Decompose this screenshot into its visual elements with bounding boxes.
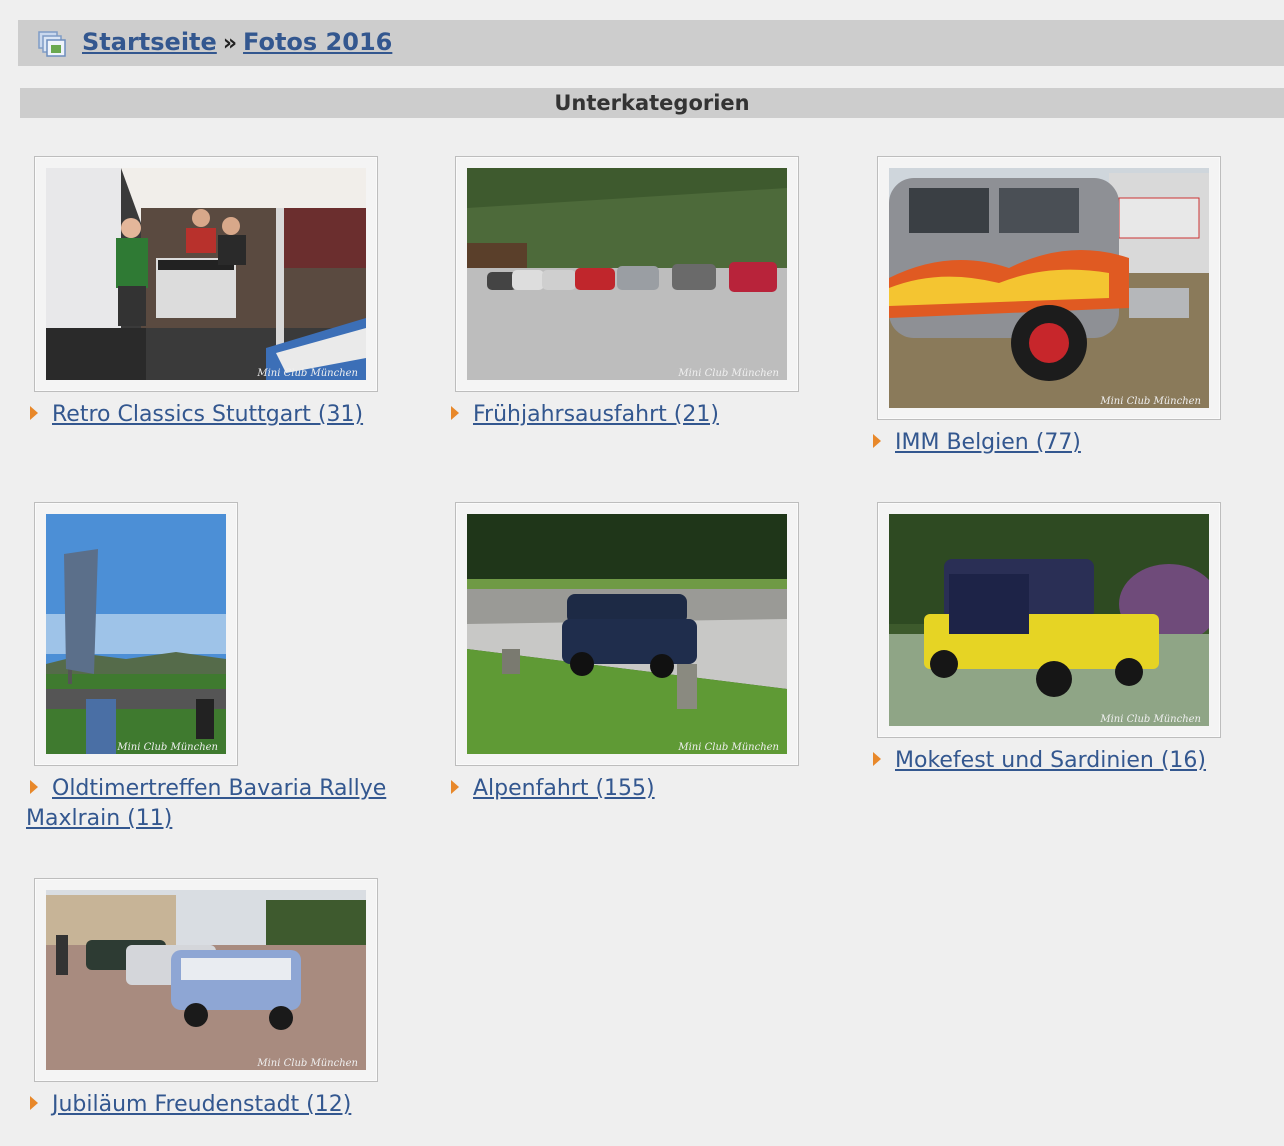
photo-mokefest[interactable]: Mini Club München xyxy=(889,514,1209,726)
breadcrumb-links: Startseite» Fotos 2016 xyxy=(82,26,392,60)
category-thumbnail-retro-classics[interactable]: Mini Club München xyxy=(34,156,378,392)
photo-oldtimertreffen[interactable]: Mini Club München xyxy=(46,514,226,754)
photo-alpenfahrt[interactable]: Mini Club München xyxy=(467,514,787,754)
bullet-arrow-icon xyxy=(30,780,38,794)
photo-fruehjahrsausfahrt[interactable]: Mini Club München xyxy=(467,168,787,380)
watermark: Mini Club München xyxy=(256,1058,358,1069)
watermark: Mini Club München xyxy=(1099,396,1201,407)
category-label[interactable]: Oldtimertreffen Bavaria Rallye Maxlrain … xyxy=(26,776,386,831)
bullet-arrow-icon xyxy=(451,406,459,420)
category-thumbnail-mokefest[interactable]: Mini Club München xyxy=(877,502,1221,738)
gallery-home-icon[interactable] xyxy=(38,31,66,57)
category-link-oldtimertreffen[interactable]: Oldtimertreffen Bavaria Rallye Maxlrain … xyxy=(26,774,416,834)
bullet-arrow-icon xyxy=(30,406,38,420)
photo-freudenstadt[interactable]: Mini Club München xyxy=(46,890,366,1070)
subcategories-header: Unterkategorien xyxy=(20,88,1284,118)
breadcrumb-home-link[interactable]: Startseite xyxy=(82,28,217,56)
category-link-fruehjahrsausfahrt[interactable]: Frühjahrsausfahrt (21) xyxy=(451,400,719,430)
category-link-alpenfahrt[interactable]: Alpenfahrt (155) xyxy=(451,774,655,804)
bullet-arrow-icon xyxy=(873,434,881,448)
bullet-arrow-icon xyxy=(30,1096,38,1110)
bullet-arrow-icon xyxy=(451,780,459,794)
category-thumbnail-alpenfahrt[interactable]: Mini Club München xyxy=(455,502,799,766)
category-thumbnail-fruehjahrsausfahrt[interactable]: Mini Club München xyxy=(455,156,799,392)
photo-imm-belgien[interactable]: Mini Club München xyxy=(889,168,1209,408)
category-label[interactable]: Frühjahrsausfahrt (21) xyxy=(473,402,719,427)
category-link-retro-classics[interactable]: Retro Classics Stuttgart (31) xyxy=(30,400,363,430)
breadcrumb-separator: » xyxy=(222,31,238,56)
watermark: Mini Club München xyxy=(677,742,779,753)
category-label[interactable]: IMM Belgien (77) xyxy=(895,430,1081,455)
watermark: Mini Club München xyxy=(116,742,218,753)
watermark: Mini Club München xyxy=(677,368,779,379)
category-link-imm-belgien[interactable]: IMM Belgien (77) xyxy=(873,428,1081,458)
category-link-freudenstadt[interactable]: Jubiläum Freudenstadt (12) xyxy=(30,1090,351,1120)
photo-retro-classics[interactable]: Mini Club München xyxy=(46,168,366,380)
watermark: Mini Club München xyxy=(256,368,358,379)
category-label[interactable]: Jubiläum Freudenstadt (12) xyxy=(52,1092,351,1117)
category-thumbnail-oldtimertreffen[interactable]: Mini Club München xyxy=(34,502,238,766)
bullet-arrow-icon xyxy=(873,752,881,766)
category-label[interactable]: Alpenfahrt (155) xyxy=(473,776,655,801)
breadcrumb-current-link[interactable]: Fotos 2016 xyxy=(243,28,392,56)
category-thumbnail-imm-belgien[interactable]: Mini Club München xyxy=(877,156,1221,420)
category-label[interactable]: Mokefest und Sardinien (16) xyxy=(895,748,1206,773)
category-thumbnail-freudenstadt[interactable]: Mini Club München xyxy=(34,878,378,1082)
category-link-mokefest[interactable]: Mokefest und Sardinien (16) xyxy=(873,746,1206,776)
breadcrumb: Startseite» Fotos 2016 xyxy=(18,20,1284,66)
watermark: Mini Club München xyxy=(1099,714,1201,725)
category-label[interactable]: Retro Classics Stuttgart (31) xyxy=(52,402,363,427)
